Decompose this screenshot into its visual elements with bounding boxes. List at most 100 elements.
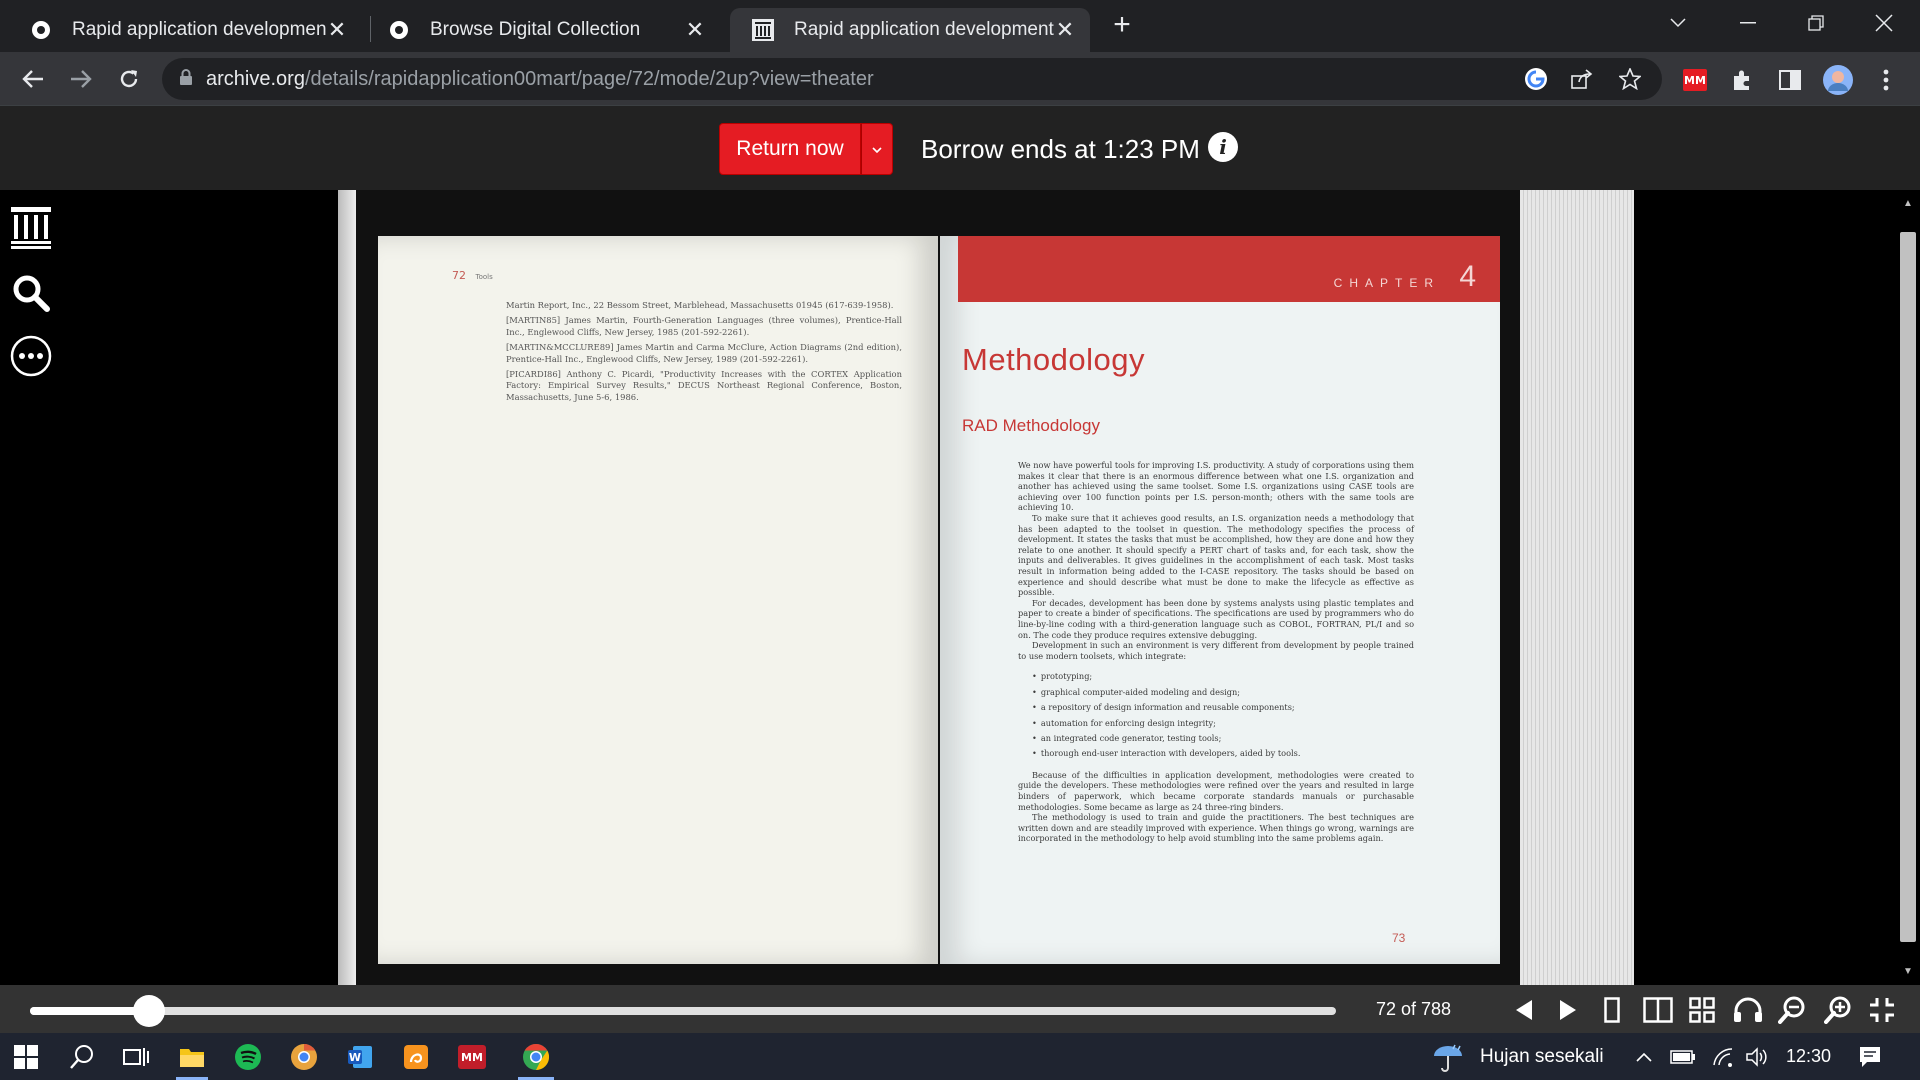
body-paragraph: Development in such an environment is ve… xyxy=(1018,640,1414,661)
two-page-view-icon[interactable] xyxy=(1642,994,1674,1026)
reference-item: [MARTIN85] James Martin, Fourth-Generati… xyxy=(506,315,902,337)
taskbar-clock[interactable]: 12:30 xyxy=(1786,1046,1831,1067)
thumbnail-view-icon[interactable] xyxy=(1686,994,1718,1026)
extension-mendeley-icon[interactable]: MM xyxy=(1679,64,1711,96)
left-page-header: 72 Tools xyxy=(452,269,493,282)
scroll-down-icon[interactable]: ▼ xyxy=(1902,966,1914,977)
viewer-scrollbar[interactable]: ▲ ▼ xyxy=(1896,190,1920,985)
show-hidden-icons-chevron-icon[interactable] xyxy=(1632,1039,1656,1075)
borrow-expiry-text: Borrow ends at 1:23 PM xyxy=(921,134,1200,164)
chrome-canary-icon[interactable] xyxy=(286,1039,322,1075)
bullet-item: thorough end-user interaction with devel… xyxy=(1032,746,1414,761)
tab-strip: Rapid application development: | ✕ Brows… xyxy=(0,0,1920,52)
microsoft-word-icon[interactable]: W xyxy=(342,1039,378,1075)
reload-icon[interactable] xyxy=(112,62,146,96)
extensions-puzzle-icon[interactable] xyxy=(1726,64,1758,96)
url-host: archive.org xyxy=(206,67,305,90)
tab-rapid-application-active[interactable]: Rapid application development : ✕ xyxy=(730,8,1090,52)
chrome-icon[interactable] xyxy=(518,1039,554,1075)
task-view-icon[interactable] xyxy=(118,1039,154,1075)
info-icon[interactable]: i xyxy=(1208,132,1238,162)
page-slider[interactable] xyxy=(30,1007,1336,1015)
reference-item: Martin Report, Inc., 22 Bessom Street, M… xyxy=(506,300,894,310)
taskbar-search-icon[interactable] xyxy=(64,1039,100,1075)
left-page[interactable]: 72 Tools Martin Report, Inc., 22 Bessom … xyxy=(378,236,938,964)
ia-gear-icon xyxy=(388,19,410,41)
close-tab-icon[interactable]: ✕ xyxy=(684,17,706,43)
left-page-folio: 72 xyxy=(452,269,466,282)
return-options-dropdown[interactable] xyxy=(861,123,893,175)
reference-item: [PICARDI86] Anthony C. Picardi, "Product… xyxy=(506,369,902,402)
chapter-number: 4 xyxy=(1459,260,1476,293)
svg-text:MM: MM xyxy=(461,1051,483,1064)
tab-rapid-application-1[interactable]: Rapid application development: | ✕ xyxy=(8,8,362,52)
right-page[interactable]: CHAPTER 4 Methodology RAD Methodology We… xyxy=(940,236,1500,964)
wifi-icon[interactable] xyxy=(1708,1039,1738,1075)
bookmark-star-icon[interactable] xyxy=(1614,63,1646,95)
page-edge-right xyxy=(1520,190,1634,985)
battery-icon[interactable] xyxy=(1668,1039,1698,1075)
address-bar[interactable]: archive.org/details/rapidapplication00ma… xyxy=(162,58,1662,100)
exit-fullscreen-icon[interactable] xyxy=(1866,994,1898,1026)
bullet-list: prototyping; graphical computer-aided mo… xyxy=(1032,669,1414,761)
body-paragraph: To make sure that it achieves good resul… xyxy=(1018,512,1414,598)
tab-title: Rapid application development: | xyxy=(72,19,326,40)
search-icon[interactable] xyxy=(10,272,52,314)
page-slider-handle[interactable] xyxy=(133,995,166,1027)
next-page-icon[interactable] xyxy=(1552,994,1584,1026)
return-now-button[interactable]: Return now xyxy=(719,123,861,175)
reference-list: Martin Report, Inc., 22 Bessom Street, M… xyxy=(506,300,902,407)
tab-search-icon[interactable] xyxy=(1658,6,1698,40)
tab-title: Rapid application development : xyxy=(794,19,1054,40)
previous-page-icon[interactable] xyxy=(1508,994,1540,1026)
profile-avatar[interactable] xyxy=(1822,64,1854,96)
zoom-out-icon[interactable] xyxy=(1776,994,1808,1026)
back-arrow-icon[interactable] xyxy=(16,62,50,96)
notifications-icon[interactable] xyxy=(1852,1039,1888,1075)
bullet-item: a repository of design information and r… xyxy=(1032,700,1414,715)
new-tab-button[interactable]: + xyxy=(1108,10,1136,40)
restore-icon[interactable] xyxy=(1796,6,1836,40)
archive-logo-icon[interactable] xyxy=(10,206,52,249)
more-options-icon[interactable] xyxy=(10,335,52,377)
minimize-icon[interactable] xyxy=(1728,6,1768,40)
close-tab-icon[interactable]: ✕ xyxy=(326,17,348,43)
forward-arrow-icon[interactable] xyxy=(64,62,98,96)
left-page-section: Tools xyxy=(475,273,493,281)
share-icon[interactable] xyxy=(1566,63,1598,95)
weather-text[interactable]: Hujan sesekali xyxy=(1480,1046,1604,1068)
right-page-folio: 73 xyxy=(1392,931,1406,945)
bullet-item: prototyping; xyxy=(1032,669,1414,684)
scroll-up-icon[interactable]: ▲ xyxy=(1902,198,1914,209)
spotify-icon[interactable] xyxy=(230,1039,266,1075)
one-page-view-icon[interactable] xyxy=(1596,994,1628,1026)
chapter-band: CHAPTER 4 xyxy=(958,236,1500,302)
side-panel-icon[interactable] xyxy=(1774,64,1806,96)
weather-rain-icon[interactable] xyxy=(1430,1039,1466,1075)
file-explorer-icon[interactable] xyxy=(174,1039,210,1075)
read-aloud-headphones-icon[interactable] xyxy=(1732,994,1764,1026)
google-icon[interactable] xyxy=(1520,63,1552,95)
body-paragraph: We now have powerful tools for improving… xyxy=(1018,460,1414,513)
svg-text:MM: MM xyxy=(1684,74,1706,87)
close-tab-icon[interactable]: ✕ xyxy=(1054,17,1076,43)
close-window-icon[interactable] xyxy=(1864,6,1904,40)
url-text: archive.org/details/rapidapplication00ma… xyxy=(206,68,874,91)
body-paragraph: Because of the difficulties in applicati… xyxy=(1018,769,1414,812)
scrollbar-thumb[interactable] xyxy=(1900,232,1916,942)
page-counter: 72 of 788 xyxy=(1376,999,1452,1019)
windows-start-icon[interactable] xyxy=(8,1039,44,1075)
chevron-down-icon xyxy=(872,142,882,156)
browser-menu-icon[interactable] xyxy=(1870,64,1902,96)
orange-app-icon[interactable] xyxy=(398,1039,434,1075)
zoom-in-icon[interactable] xyxy=(1822,994,1854,1026)
mendeley-icon[interactable]: MM xyxy=(454,1039,490,1075)
tab-browse-digital-collection[interactable]: Browse Digital Collection ✕ xyxy=(366,8,720,52)
browser-toolbar: archive.org/details/rapidapplication00ma… xyxy=(0,52,1920,106)
volume-icon[interactable] xyxy=(1742,1039,1772,1075)
page-edge-left xyxy=(338,190,356,985)
book-viewer: 72 Tools Martin Report, Inc., 22 Bessom … xyxy=(0,190,1920,985)
bullet-item: automation for enforcing design integrit… xyxy=(1032,716,1414,731)
borrow-bar: Return now Borrow ends at 1:23 PM i xyxy=(0,106,1920,190)
url-path: /details/rapidapplication00mart/page/72/… xyxy=(304,67,874,90)
